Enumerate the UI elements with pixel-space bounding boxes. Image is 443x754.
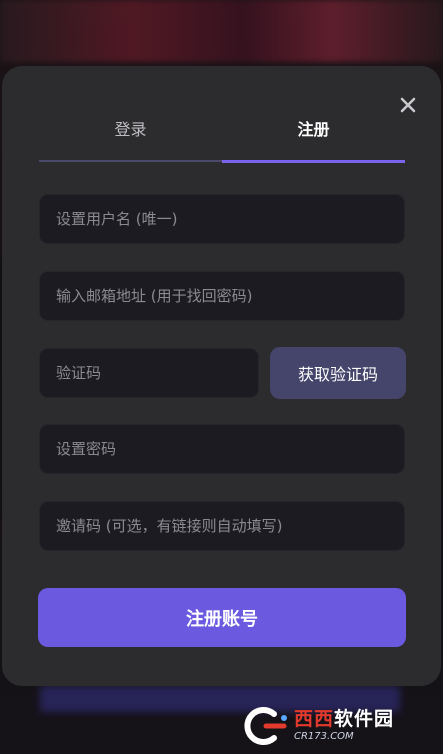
- verification-code-input[interactable]: [39, 348, 259, 398]
- watermark-title-part1: 西西: [294, 708, 335, 730]
- password-input[interactable]: [39, 424, 405, 474]
- email-input[interactable]: [39, 271, 405, 321]
- watermark-subtitle: CR173.COM: [294, 731, 354, 742]
- get-code-button[interactable]: 获取验证码: [270, 347, 406, 399]
- watermark-title: 西西软件园: [294, 710, 394, 729]
- background-banner: [0, 0, 443, 62]
- tab-login[interactable]: 登录: [39, 110, 222, 162]
- watermark-logo-icon: [244, 707, 287, 745]
- auth-tabs: 登录 注册: [39, 110, 405, 163]
- invite-code-input[interactable]: [39, 501, 405, 551]
- site-watermark: 西西软件园 CR173.COM: [244, 704, 424, 748]
- register-modal: 登录 注册 获取验证码 注册账号: [2, 66, 441, 686]
- username-input[interactable]: [39, 194, 405, 244]
- watermark-text: 西西软件园 CR173.COM: [294, 710, 394, 742]
- tab-register[interactable]: 注册: [222, 110, 405, 163]
- watermark-title-part2: 软件园: [334, 708, 395, 730]
- register-submit-button[interactable]: 注册账号: [38, 588, 406, 647]
